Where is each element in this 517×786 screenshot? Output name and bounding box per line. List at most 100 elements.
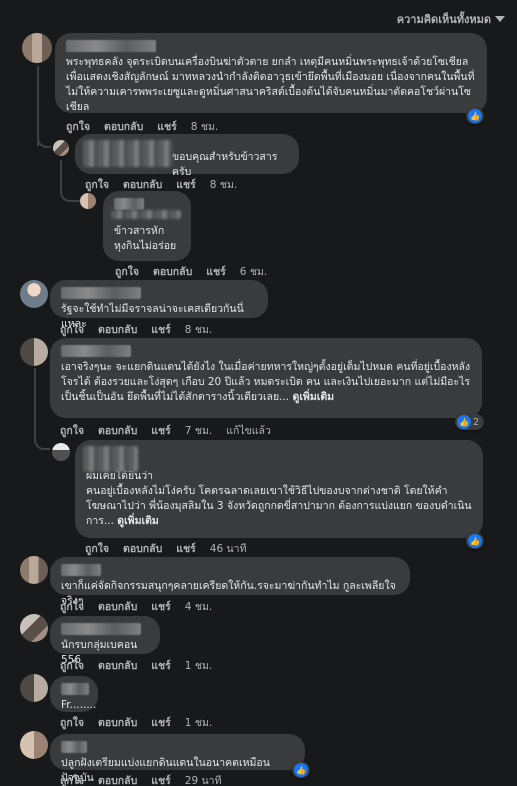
- thread-line: [34, 430, 50, 450]
- commenter-name[interactable]: [61, 564, 101, 576]
- reply-button[interactable]: ตอบกลับ: [123, 540, 162, 557]
- comment-filter-dropdown[interactable]: ความคิดเห็นทั้งหมด: [397, 10, 505, 28]
- comment-text-line-1: ผมเคยได้ยินว่า: [86, 470, 154, 482]
- like-reaction-icon: 👍: [468, 534, 482, 548]
- share-button[interactable]: แชร์: [151, 598, 171, 615]
- comment-actions: ถูกใจ ตอบกลับ แชร์ 7 ชม. แก้ไขแล้ว: [60, 422, 271, 439]
- reply-button[interactable]: ตอบกลับ: [98, 714, 137, 731]
- see-more-link[interactable]: ดูเพิ่มเติม: [293, 391, 335, 403]
- like-reaction-icon: 👍: [468, 109, 482, 123]
- thread-line: [37, 120, 51, 148]
- timestamp[interactable]: 1 ชม.: [185, 657, 212, 674]
- share-button[interactable]: แชร์: [151, 714, 171, 731]
- share-button[interactable]: แชร์: [151, 321, 171, 338]
- avatar[interactable]: [22, 33, 52, 63]
- comment-actions: ถูกใจ ตอบกลับ แชร์ 8 ชม.: [66, 118, 218, 135]
- comment-bubble: รัฐจะใช้ทำไม่มีจราจลน่าจะเคสเดียวกันนี่แ…: [50, 280, 268, 330]
- reply-button[interactable]: ตอบกลับ: [98, 422, 137, 439]
- comment-actions: ถูกใจ ตอบกลับ แชร์ 4 ชม.: [60, 598, 212, 615]
- comment-text-body: เอาจริงๆนะ จะแยกดินแดนได้ยังไง ในเมื่อค่…: [61, 361, 471, 403]
- timestamp[interactable]: 29 นาที: [185, 772, 222, 786]
- avatar[interactable]: [52, 443, 70, 461]
- commenter-name[interactable]: [114, 198, 144, 210]
- like-button[interactable]: ถูกใจ: [60, 772, 84, 786]
- share-button[interactable]: แชร์: [206, 263, 226, 280]
- reaction-badge[interactable]: 👍 2: [455, 414, 485, 430]
- comment-actions: ถูกใจ ตอบกลับ แชร์ 1 ชม.: [60, 714, 212, 731]
- reply-button[interactable]: ตอบกลับ: [153, 263, 192, 280]
- share-button[interactable]: แชร์: [176, 176, 196, 193]
- like-button[interactable]: ถูกใจ: [60, 321, 84, 338]
- like-button[interactable]: ถูกใจ: [85, 540, 109, 557]
- redacted-name: [83, 446, 138, 472]
- comment-bubble: ผมเคยได้ยินว่า คนอยู่เบื้องหลังไม่โง่ครั…: [75, 440, 483, 538]
- redacted-text: [111, 210, 181, 219]
- like-button[interactable]: ถูกใจ: [66, 118, 90, 135]
- comment-actions: ถูกใจ ตอบกลับ แชร์ 46 นาที: [85, 540, 247, 557]
- comment-bubble: ข้าวสารหัก หุงกินไม่อร่อย: [103, 191, 191, 261]
- like-button[interactable]: ถูกใจ: [85, 176, 109, 193]
- like-button[interactable]: ถูกใจ: [60, 657, 84, 674]
- timestamp[interactable]: 6 ชม.: [240, 263, 267, 280]
- avatar[interactable]: [80, 193, 96, 209]
- comment-actions: ถูกใจ ตอบกลับ แชร์ 29 นาที: [60, 772, 222, 786]
- reply-button[interactable]: ตอบกลับ: [98, 657, 137, 674]
- reply-button[interactable]: ตอบกลับ: [98, 772, 137, 786]
- avatar[interactable]: [53, 140, 69, 156]
- avatar[interactable]: [20, 338, 48, 366]
- avatar[interactable]: [20, 614, 48, 642]
- comment-text: เอาจริงๆนะ จะแยกดินแดนได้ยังไง ในเมื่อค่…: [61, 360, 471, 405]
- comment-actions: ถูกใจ ตอบกลับ แชร์ 1 ชม.: [60, 657, 212, 674]
- like-button[interactable]: ถูกใจ: [60, 714, 84, 731]
- comment-text: Fr........: [61, 699, 97, 711]
- like-button[interactable]: ถูกใจ: [60, 422, 84, 439]
- timestamp[interactable]: 4 ชม.: [185, 598, 212, 615]
- timestamp[interactable]: 1 ชม.: [185, 714, 212, 731]
- timestamp[interactable]: 8 ชม.: [210, 176, 237, 193]
- reaction-count: 2: [473, 416, 480, 428]
- timestamp[interactable]: 7 ชม.: [185, 422, 212, 439]
- comment-bubble: พระพุทธคลัง จุดระเบิดบนเครื่องบินฆ่าตัวต…: [55, 33, 487, 113]
- commenter-name[interactable]: [61, 623, 141, 635]
- share-button[interactable]: แชร์: [157, 118, 177, 135]
- reply-button[interactable]: ตอบกลับ: [104, 118, 143, 135]
- commenter-name[interactable]: [61, 287, 141, 299]
- avatar[interactable]: [20, 280, 48, 308]
- thread-line: [60, 160, 80, 202]
- share-button[interactable]: แชร์: [151, 772, 171, 786]
- avatar[interactable]: [20, 674, 48, 702]
- comment-bubble: Fr........: [50, 676, 98, 712]
- comment-text: คนอยู่เบื้องหลังไม่โง่ครับ โคตรฉลาดเลยเข…: [86, 484, 472, 529]
- timestamp[interactable]: 46 นาที: [210, 540, 247, 557]
- reply-button[interactable]: ตอบกลับ: [98, 321, 137, 338]
- comment-actions: ถูกใจ ตอบกลับ แชร์ 6 ชม.: [115, 263, 267, 280]
- share-button[interactable]: แชร์: [176, 540, 196, 557]
- commenter-name[interactable]: [66, 40, 156, 52]
- timestamp[interactable]: 8 ชม.: [191, 118, 218, 135]
- comment-text-line-1: ข้าวสารหัก: [114, 225, 165, 237]
- reaction-badge[interactable]: 👍: [466, 108, 484, 124]
- reaction-badge[interactable]: 👍: [466, 533, 484, 549]
- commenter-name[interactable]: [61, 741, 87, 753]
- like-button[interactable]: ถูกใจ: [60, 598, 84, 615]
- chevron-down-icon: [495, 16, 505, 22]
- comment-actions: ถูกใจ ตอบกลับ แชร์ 8 ชม.: [60, 321, 212, 338]
- like-button[interactable]: ถูกใจ: [115, 263, 139, 280]
- reply-button[interactable]: ตอบกลับ: [98, 598, 137, 615]
- commenter-name[interactable]: [61, 683, 89, 695]
- comment-bubble: เอาจริงๆนะ จะแยกดินแดนได้ยังไง ในเมื่อค่…: [50, 338, 482, 418]
- thread-line: [34, 368, 36, 438]
- avatar[interactable]: [20, 556, 48, 584]
- reaction-badge[interactable]: 👍: [292, 762, 310, 778]
- comment-text: พระพุทธคลัง จุดระเบิดบนเครื่องบินฆ่าตัวต…: [66, 56, 475, 113]
- avatar[interactable]: [20, 731, 48, 759]
- edited-label: แก้ไขแล้ว: [226, 425, 271, 437]
- redacted-name: [83, 140, 173, 167]
- commenter-name[interactable]: [61, 345, 131, 357]
- see-more-link[interactable]: ดูเพิ่มเติม: [117, 515, 159, 527]
- share-button[interactable]: แชร์: [151, 422, 171, 439]
- timestamp[interactable]: 8 ชม.: [185, 321, 212, 338]
- comment-bubble: นักรบกลุ่มเบคอน 556: [50, 616, 160, 666]
- share-button[interactable]: แชร์: [151, 657, 171, 674]
- filter-label: ความคิดเห็นทั้งหมด: [396, 13, 491, 26]
